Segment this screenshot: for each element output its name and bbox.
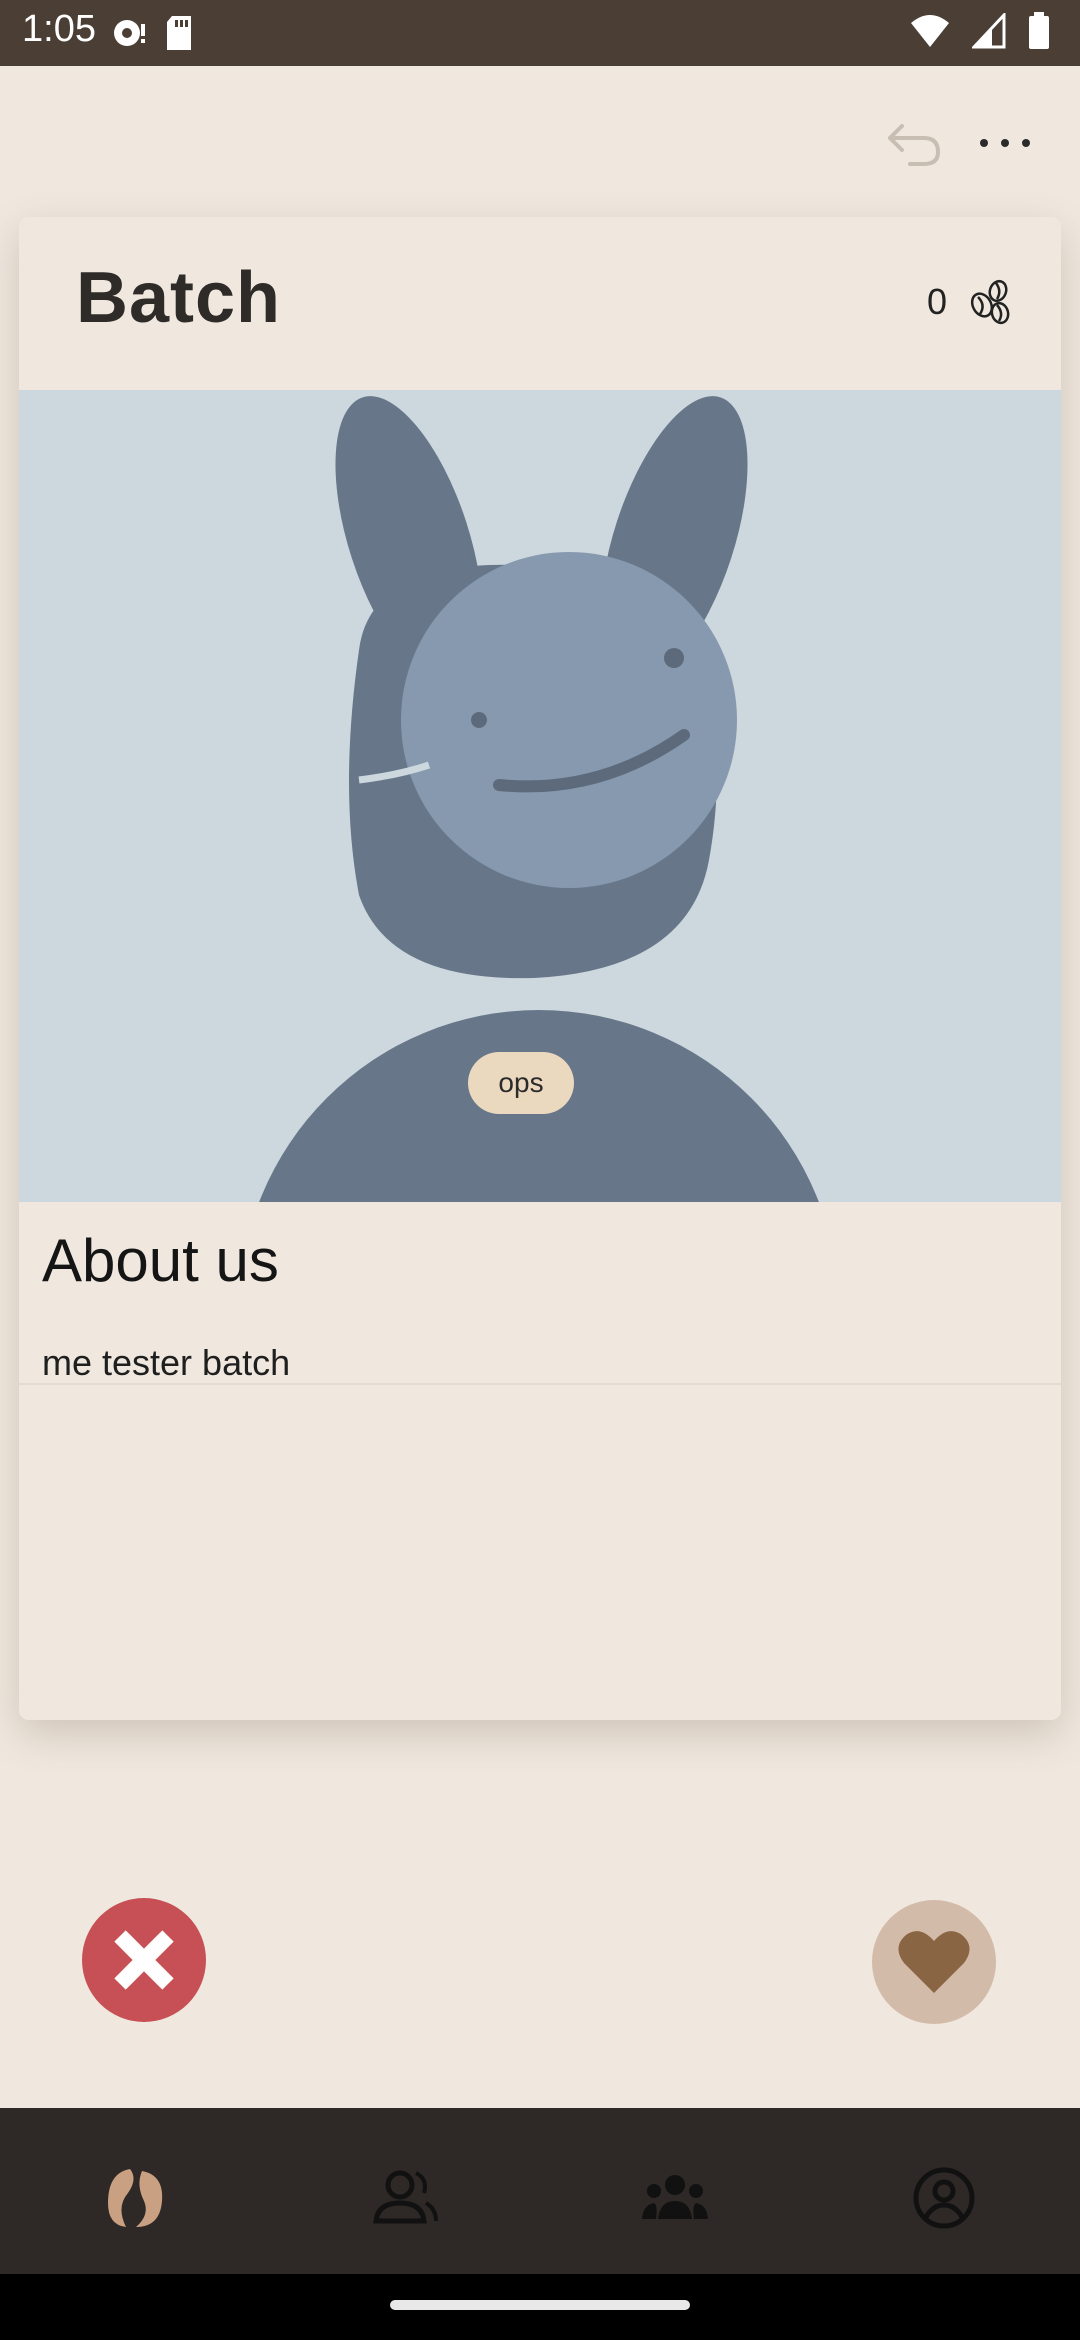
person-tab-icon	[373, 2170, 438, 2224]
about-section	[19, 1383, 1061, 1720]
battery-icon	[1028, 12, 1050, 55]
status-bar: 1:05	[0, 0, 1080, 66]
nav-tab-beans[interactable]	[100, 2163, 170, 2233]
status-time: 1:05	[22, 8, 96, 50]
account-tab-icon	[913, 2167, 975, 2229]
about-title: About us	[42, 1227, 279, 1294]
tag-chip: ops	[468, 1052, 574, 1114]
profile-card[interactable]: Batch 0	[19, 217, 1061, 1720]
more-options-button[interactable]	[970, 108, 1040, 178]
nav-tab-group[interactable]	[640, 2163, 710, 2233]
cell-signal-icon	[970, 11, 1006, 54]
undo-icon	[888, 124, 941, 166]
close-icon	[114, 1930, 174, 1990]
undo-button[interactable]	[880, 108, 950, 178]
profile-name: Batch	[76, 258, 282, 338]
beans-icon	[970, 279, 1010, 325]
more-options-icon	[980, 139, 1030, 147]
group-tab-icon	[642, 2175, 708, 2219]
beans-tab-icon	[108, 2169, 163, 2227]
bean-count: 0	[927, 281, 948, 322]
nav-tab-account[interactable]	[909, 2163, 979, 2233]
heart-icon	[898, 1931, 970, 1993]
messaging-icon	[110, 14, 148, 57]
like-button[interactable]	[872, 1900, 996, 2024]
card-header: Batch 0	[19, 217, 1061, 390]
reject-button[interactable]	[82, 1898, 206, 2022]
about-text: me tester batch	[42, 1342, 291, 1383]
wifi-icon	[910, 13, 950, 54]
nav-tab-person[interactable]	[370, 2163, 440, 2233]
sd-card-icon	[164, 14, 194, 57]
home-gesture-handle[interactable]	[390, 2300, 690, 2310]
